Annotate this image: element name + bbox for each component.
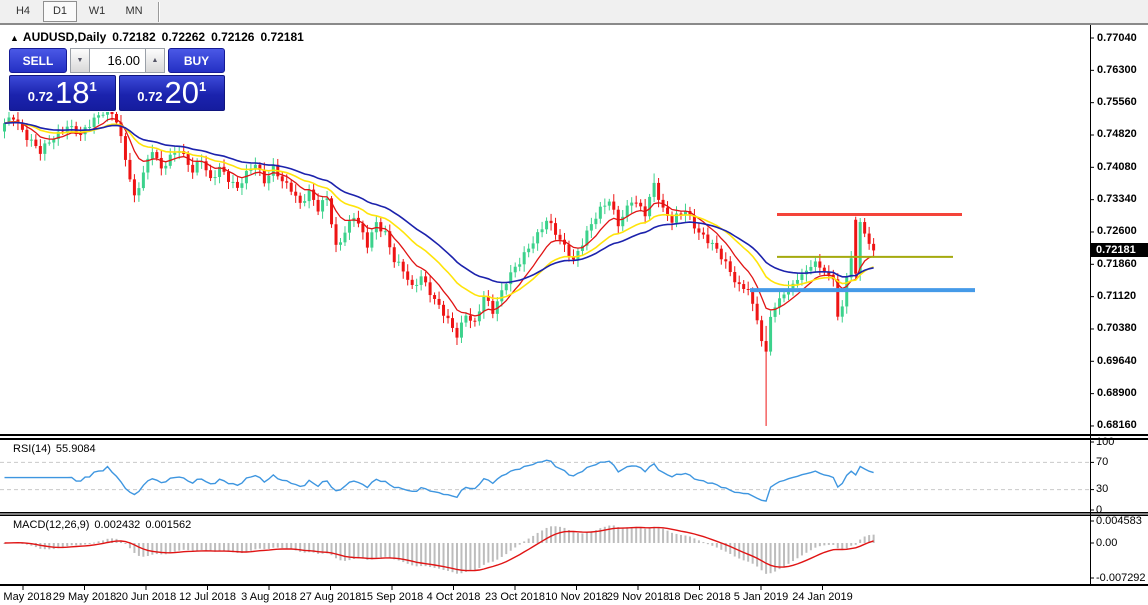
rsi-panel-title: RSI(14) 55.9084 bbox=[13, 443, 101, 455]
price-axis-label: 0.75560 bbox=[1097, 97, 1137, 108]
macd-axis-label: 0.00 bbox=[1096, 538, 1117, 549]
ohlc-close: 0.72181 bbox=[260, 30, 303, 44]
rsi-axis-label: 0 bbox=[1096, 505, 1102, 516]
price-axis-label: 0.71120 bbox=[1097, 291, 1136, 302]
price-axis-label: 0.73340 bbox=[1097, 194, 1137, 205]
sell-button[interactable]: SELL bbox=[9, 48, 67, 73]
date-axis-label: 29 May 2018 bbox=[53, 591, 117, 603]
volume-input[interactable] bbox=[90, 49, 145, 72]
price-axis-label: 0.69640 bbox=[1097, 356, 1137, 367]
date-axis-label: 15 Sep 2018 bbox=[361, 591, 423, 603]
chevron-up-icon: ▲ bbox=[152, 57, 159, 64]
rsi-value: 55.9084 bbox=[56, 443, 96, 455]
trading-terminal-window: H4D1W1MN ▲AUDUSD,Daily0.721820.722620.72… bbox=[0, 0, 1148, 605]
macd-axis-label: -0.007292 bbox=[1096, 573, 1146, 584]
sell-price-panel[interactable]: 0.72181 bbox=[9, 75, 116, 111]
date-axis-label: 23 Oct 2018 bbox=[485, 591, 545, 603]
current-price-badge: 0.72181 bbox=[1090, 243, 1148, 257]
buy-price-sup: 1 bbox=[199, 79, 206, 94]
sell-price-sup: 1 bbox=[90, 79, 97, 94]
ohlc-open: 0.72182 bbox=[112, 30, 155, 44]
volume-down-button[interactable]: ▼ bbox=[70, 48, 90, 73]
symbol-header: ▲ AUDUSD,Daily 0.72182 0.72262 0.72126 0.7218… bbox=[10, 30, 310, 44]
rsi-axis-label: 70 bbox=[1096, 457, 1108, 468]
price-axis-label: 0.77040 bbox=[1097, 33, 1137, 44]
date-axis-label: 24 Jan 2019 bbox=[792, 591, 853, 603]
price-axis-label: 0.70380 bbox=[1097, 323, 1137, 334]
price-axis-label: 0.68160 bbox=[1097, 420, 1137, 431]
date-axis-label: 7 May 2018 bbox=[0, 591, 52, 603]
buy-price-prefix: 0.72 bbox=[137, 89, 162, 104]
rsi-label: RSI(14) bbox=[13, 443, 51, 455]
price-axis-label: 0.72600 bbox=[1097, 226, 1137, 237]
chevron-down-icon: ▼ bbox=[77, 57, 84, 64]
volume-up-button[interactable]: ▲ bbox=[145, 48, 165, 73]
date-axis-label: 20 Jun 2018 bbox=[116, 591, 177, 603]
ohlc-low: 0.72126 bbox=[211, 30, 254, 44]
macd-axis-label: 0.004583 bbox=[1096, 516, 1142, 527]
date-axis-label: 3 Aug 2018 bbox=[241, 591, 297, 603]
price-axis-label: 0.74080 bbox=[1097, 162, 1137, 173]
date-axis-label: 27 Aug 2018 bbox=[300, 591, 362, 603]
ohlc-high: 0.72262 bbox=[162, 30, 205, 44]
date-axis-label: 10 Nov 2018 bbox=[545, 591, 607, 603]
date-axis-label: 5 Jan 2019 bbox=[734, 591, 788, 603]
buy-button[interactable]: BUY bbox=[168, 48, 225, 73]
date-axis-label: 4 Oct 2018 bbox=[427, 591, 481, 603]
macd-panel-title: MACD(12,26,9) 0.002432 0.001562 bbox=[13, 519, 196, 531]
one-click-trading-panel: SELL ▼ ▲ BUY 0.72181 0.72201 bbox=[8, 47, 226, 112]
rsi-axis-label: 100 bbox=[1096, 437, 1114, 448]
date-axis-label: 29 Nov 2018 bbox=[607, 591, 669, 603]
macd-value-signal: 0.001562 bbox=[145, 519, 191, 531]
symbol-name: AUDUSD,Daily bbox=[23, 30, 106, 44]
price-axis-label: 0.76300 bbox=[1097, 65, 1137, 76]
buy-price-big: 20 bbox=[165, 78, 199, 108]
price-axis-label: 0.68900 bbox=[1097, 388, 1137, 399]
sell-price-prefix: 0.72 bbox=[28, 89, 53, 104]
volume-field bbox=[90, 48, 145, 73]
collapse-arrow-icon[interactable]: ▲ bbox=[10, 33, 19, 43]
macd-value-main: 0.002432 bbox=[94, 519, 140, 531]
rsi-axis-label: 30 bbox=[1096, 484, 1108, 495]
date-axis-label: 18 Dec 2018 bbox=[668, 591, 730, 603]
buy-price-panel[interactable]: 0.72201 bbox=[119, 75, 226, 111]
price-axis-label: 0.71860 bbox=[1097, 259, 1137, 270]
macd-label: MACD(12,26,9) bbox=[13, 519, 89, 531]
date-axis-label: 12 Jul 2018 bbox=[179, 591, 236, 603]
price-axis-label: 0.74820 bbox=[1097, 129, 1137, 140]
sell-price-big: 18 bbox=[55, 78, 89, 108]
